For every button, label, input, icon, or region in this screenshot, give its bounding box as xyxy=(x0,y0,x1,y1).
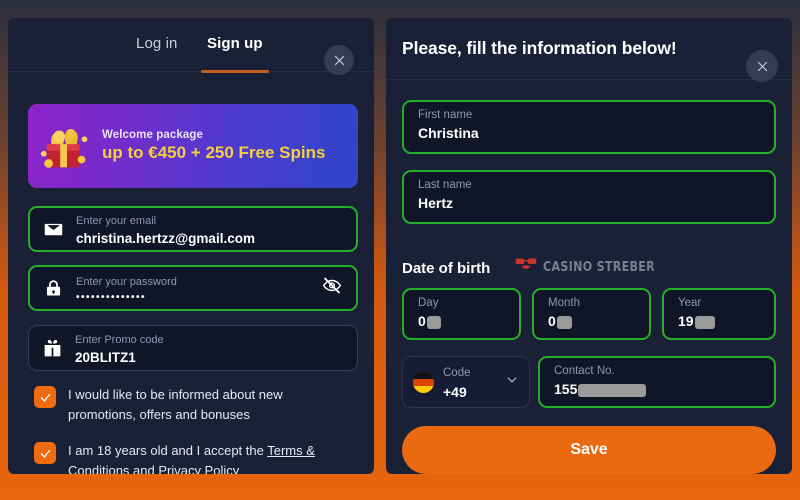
email-field[interactable]: Enter your email christina.hertzz@gmail.… xyxy=(28,206,358,252)
auth-tabbar: Log in Sign up xyxy=(8,18,374,73)
first-name-label: First name xyxy=(418,109,473,121)
eye-off-icon[interactable] xyxy=(322,276,342,301)
banner-eyebrow: Welcome package xyxy=(102,128,204,141)
signup-panel: Log in Sign up Welcome package up to €45… xyxy=(8,18,374,474)
welcome-package-banner: Welcome package up to €450 + 250 Free Sp… xyxy=(28,104,358,188)
close-glyph xyxy=(334,55,344,65)
contact-number-field[interactable]: Contact No. 155 xyxy=(538,356,776,408)
age-terms-text-before: I am 18 years old and I accept the xyxy=(68,443,268,458)
age-terms-text-between: and xyxy=(129,462,159,474)
watermark-text: CASINO STREBER xyxy=(543,258,656,275)
save-button[interactable]: Save xyxy=(402,426,776,474)
last-name-label: Last name xyxy=(418,179,472,191)
last-name-value: Hertz xyxy=(418,195,454,212)
close-glyph xyxy=(757,61,767,71)
password-field-label: Enter your password xyxy=(76,276,177,288)
first-name-value: Christina xyxy=(418,125,479,142)
last-name-field[interactable]: Last name Hertz xyxy=(402,170,776,224)
privacy-policy-link[interactable]: Privacy Policy xyxy=(158,463,239,474)
gift-treasure-icon xyxy=(36,115,98,177)
password-field-value: •••••••••••••• xyxy=(76,292,147,303)
envelope-icon xyxy=(30,219,76,240)
country-code-label: Code xyxy=(443,366,471,379)
banner-headline: up to €450 + 250 Free Spins xyxy=(102,142,326,162)
contact-number-value: 155 xyxy=(554,381,578,398)
checkbox-age-terms-label: I am 18 years old and I accept the Terms… xyxy=(56,441,354,474)
redaction-mark xyxy=(578,383,647,397)
checkbox-promotions-label: I would like to be informed about new pr… xyxy=(68,387,283,422)
germany-flag-icon xyxy=(413,371,434,393)
redaction-mark xyxy=(426,315,441,329)
dob-year-value: 19 xyxy=(678,313,694,330)
country-code-value: +49 xyxy=(443,383,467,400)
information-panel: Please, fill the information below! Firs… xyxy=(386,18,792,474)
page-title: Please, fill the information below! xyxy=(402,38,677,58)
dob-month-label: Month xyxy=(548,297,580,309)
checkmark-icon xyxy=(34,442,56,464)
tab-signup[interactable]: Sign up xyxy=(201,35,269,73)
dob-day-label: Day xyxy=(418,297,439,309)
redaction-mark xyxy=(694,315,715,329)
dob-year-value-row: 19 xyxy=(678,313,774,331)
lock-icon xyxy=(30,278,76,299)
password-field[interactable]: Enter your password •••••••••••••• xyxy=(28,265,358,311)
close-icon[interactable] xyxy=(324,45,354,75)
redaction-mark xyxy=(556,315,572,329)
close-icon[interactable] xyxy=(746,50,778,82)
banner-text: Welcome package up to €450 + 250 Free Sp… xyxy=(98,129,333,164)
information-panel-header: Please, fill the information below! xyxy=(386,18,792,80)
chevron-down-icon[interactable] xyxy=(505,373,519,392)
dob-day-value: 0 xyxy=(418,313,426,330)
promo-code-field-body: Enter Promo code 20BLITZ1 xyxy=(75,330,357,366)
dob-day-value-row: 0 xyxy=(418,313,519,331)
dob-month-field[interactable]: Month 0 xyxy=(532,288,651,340)
glasses-mustache-icon xyxy=(515,257,537,276)
first-name-field[interactable]: First name Christina xyxy=(402,100,776,154)
promo-code-field-value: 20BLITZ1 xyxy=(75,349,136,365)
checkmark-icon xyxy=(34,386,56,408)
date-of-birth-label: Date of birth xyxy=(402,260,491,277)
email-field-value: christina.hertzz@gmail.com xyxy=(76,230,255,246)
promo-code-field-label: Enter Promo code xyxy=(75,333,164,346)
country-code-text: Code +49 xyxy=(434,363,471,402)
email-field-label: Enter your email xyxy=(76,214,157,227)
dob-day-field[interactable]: Day 0 xyxy=(402,288,521,340)
dob-year-label: Year xyxy=(678,297,702,309)
country-code-select[interactable]: Code +49 xyxy=(402,356,530,408)
checkbox-promotions[interactable]: I would like to be informed about new pr… xyxy=(34,385,354,425)
dob-year-field[interactable]: Year 19 xyxy=(662,288,776,340)
country-code-inner: Code +49 xyxy=(403,357,529,407)
dob-month-value-row: 0 xyxy=(548,313,649,331)
dob-month-value: 0 xyxy=(548,313,556,330)
password-field-body: Enter your password •••••••••••••• xyxy=(76,272,356,304)
promo-code-field[interactable]: Enter Promo code 20BLITZ1 xyxy=(28,325,358,371)
checkbox-age-terms[interactable]: I am 18 years old and I accept the Terms… xyxy=(34,441,354,474)
email-field-body: Enter your email christina.hertzz@gmail.… xyxy=(76,211,356,247)
gift-icon xyxy=(29,338,75,359)
tab-login[interactable]: Log in xyxy=(130,35,183,52)
contact-number-label: Contact No. xyxy=(554,365,615,377)
casino-streber-watermark: CASINO STREBER xyxy=(515,257,680,276)
contact-number-value-row: 155 xyxy=(554,381,774,399)
